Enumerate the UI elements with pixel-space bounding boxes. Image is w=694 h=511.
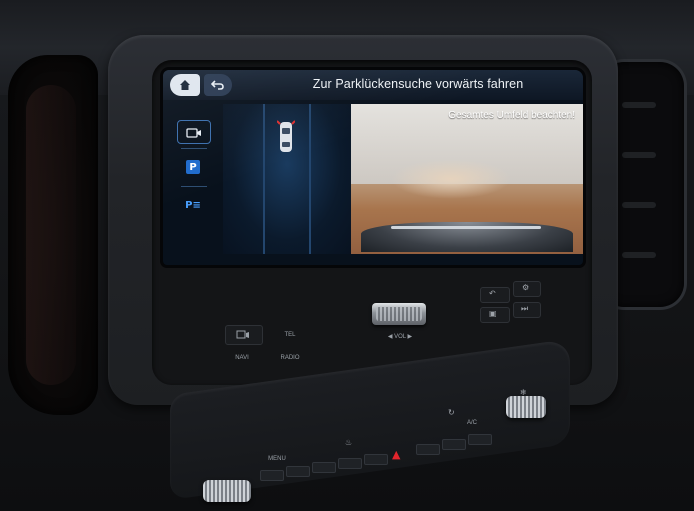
home-icon xyxy=(180,80,190,90)
skip-button[interactable]: ⏭ xyxy=(513,302,541,318)
camera-bumper-trim xyxy=(391,226,541,229)
climate-button[interactable] xyxy=(416,444,440,455)
camera-view-button[interactable] xyxy=(177,120,211,144)
vehicle-top-view-icon xyxy=(277,120,295,152)
volume-label: ◀ VOL ▶ xyxy=(387,334,413,340)
camera-icon xyxy=(186,127,201,138)
vehicle-menu-button[interactable]: ▣ xyxy=(480,307,510,323)
side-menu-divider xyxy=(181,186,207,187)
climate-button[interactable] xyxy=(338,458,362,469)
climate-button[interactable] xyxy=(286,466,310,477)
hazard-warning-icon[interactable]: ▲ xyxy=(392,449,400,460)
media-source-button[interactable] xyxy=(225,325,263,345)
parking-sensor-button[interactable]: P xyxy=(177,156,209,178)
climate-button[interactable] xyxy=(364,454,388,465)
climate-button[interactable] xyxy=(468,434,492,445)
left-air-vent xyxy=(8,55,98,415)
right-temperature-knob[interactable] xyxy=(506,396,546,418)
ac-label: A/C xyxy=(466,420,477,426)
car-icon: ▣ xyxy=(489,309,497,318)
lane-line xyxy=(263,104,265,254)
home-button[interactable] xyxy=(170,74,200,96)
climate-button[interactable] xyxy=(442,439,466,450)
media-icon xyxy=(236,330,249,339)
back-arrow-icon xyxy=(211,80,224,90)
camera-toggle-button[interactable]: ↶ xyxy=(480,287,510,303)
infotainment-display: Zur Parklückensuche vorwärts fahren P P≡ xyxy=(163,70,583,265)
display-top-bar: Zur Parklückensuche vorwärts fahren xyxy=(163,70,583,100)
climate-menu-label: MENU xyxy=(268,456,286,462)
lane-line xyxy=(309,104,311,254)
volume-knob[interactable] xyxy=(372,303,426,325)
seat-heating-icon: ♨ xyxy=(345,438,353,447)
radio-button[interactable]: RADIO xyxy=(275,355,305,361)
parking-instruction-title: Zur Parklückensuche vorwärts fahren xyxy=(312,77,524,91)
nav-button[interactable]: NAVI xyxy=(227,355,257,361)
rear-camera-view: Gesamtes Umfeld beachten! xyxy=(351,104,583,254)
car-dashboard-scene: Zur Parklückensuche vorwärts fahren P P≡ xyxy=(0,0,694,511)
climate-button[interactable] xyxy=(260,470,284,481)
parking-overview-panel xyxy=(223,104,351,254)
left-temperature-knob[interactable] xyxy=(203,480,251,502)
settings-icon: ⚙ xyxy=(522,283,530,292)
recirculation-icon: ↻ xyxy=(448,408,455,417)
park-settings-button[interactable]: ⚙ xyxy=(513,281,541,297)
parking-p-icon: P xyxy=(186,160,200,174)
camera-toggle-icon: ↶ xyxy=(489,289,496,298)
side-menu-divider xyxy=(181,148,207,149)
park-assist-button[interactable]: P≡ xyxy=(177,194,209,216)
surroundings-warning: Gesamtes Umfeld beachten! xyxy=(448,110,575,121)
camera-floor xyxy=(391,159,511,199)
skip-icon: ⏭ xyxy=(521,304,529,313)
tel-button[interactable]: TEL xyxy=(275,332,305,338)
parking-side-menu: P P≡ xyxy=(171,110,216,240)
climate-button[interactable] xyxy=(312,462,336,473)
back-button[interactable] xyxy=(204,74,232,96)
